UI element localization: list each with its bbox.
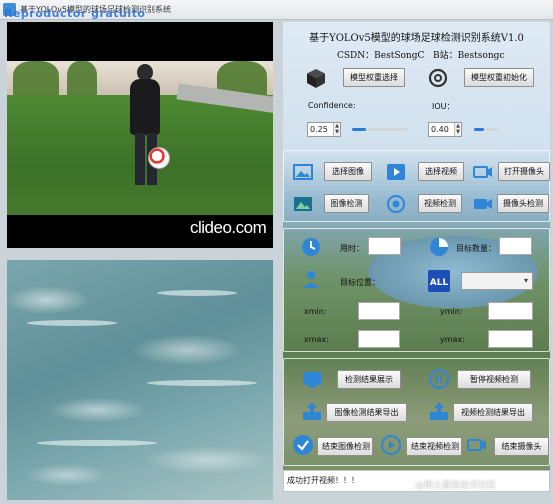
gear-icon [428,68,448,88]
select-image-button[interactable]: 选择图像 [324,162,372,181]
confidence-label: Confidence: [308,101,356,110]
video-frame [7,61,273,215]
ymax-output [488,330,533,348]
svg-text:ALL: ALL [430,278,449,288]
check-circle-icon [293,435,313,455]
camera-detect-icon [474,199,492,209]
target-location-icon [303,271,319,288]
xmin-output [358,302,400,320]
select-video-button[interactable]: 选择视频 [418,162,464,181]
confidence-spinbox[interactable]: 0.25 ▲ ▼ [307,122,341,137]
stop-camera-icon [467,439,486,451]
target-count-output [499,237,532,255]
video-detect-button[interactable]: 视频检测 [418,194,462,213]
xmin-label: xmin: [304,307,327,316]
chevron-down-icon: ▾ [523,276,528,285]
all-icon: ALL [428,270,450,292]
ymin-label: ymin: [440,307,463,316]
export-image-results-button[interactable]: 图像检测结果导出 [326,403,407,422]
show-results-button[interactable]: 检测结果展示 [337,370,401,389]
bilibili-label: B站：Bestsongc [433,51,505,61]
display-results-icon [303,372,321,388]
end-camera-button[interactable]: 结束摄像头 [494,437,549,456]
init-weights-button[interactable]: 模型权重初始化 [464,68,534,87]
camera-detect-button[interactable]: 摄像头检测 [497,194,549,213]
target-count-label: 目标数量： [456,244,496,253]
video-detect-icon [387,195,405,213]
result-display [7,260,273,500]
confidence-slider-fill [352,128,366,131]
xmax-label: xmax: [304,335,329,344]
iou-spinbox[interactable]: 0.40 ▲ ▼ [428,122,462,137]
iou-slider[interactable] [474,128,498,131]
image-detect-icon [294,197,312,211]
iou-label: IOU： [432,102,455,111]
image-detect-button[interactable]: 图像检测 [324,194,369,213]
end-video-detect-button[interactable]: 结束视频检测 [406,437,462,456]
confidence-value: 0.25 [310,125,328,134]
player-watermark: Reproductor gratuito [4,7,146,20]
target-position-label: 目标位置： [340,278,380,287]
iou-slider-fill [474,128,484,131]
page-title: 基于YOLOv5模型的球场足球检测识别系统V1.0 [309,33,524,44]
iou-value: 0.40 [431,125,449,134]
video-icon [387,164,405,180]
xmax-output [358,330,400,348]
football [148,147,170,169]
corner-watermark: @稀土掘金技术社区 [415,481,497,491]
video-logo: clideo.com [190,218,267,237]
cube-icon [307,69,325,88]
export-video-icon [430,402,448,420]
clock-icon [302,238,320,256]
pie-chart-icon [430,238,448,256]
video-display: clideo.com [7,22,273,248]
time-label: 用时： [340,244,364,253]
ymax-label: ymax: [440,335,465,344]
stop-video-icon [381,435,401,455]
image-icon [293,164,313,180]
open-camera-button[interactable]: 打开摄像头 [498,162,550,181]
select-weights-button[interactable]: 模型权重选择 [343,68,405,87]
pause-icon [429,369,449,389]
export-image-icon [303,402,321,420]
pause-video-button[interactable]: 暂停视频检测 [457,370,531,389]
spin-arrows-icon[interactable]: ▲ ▼ [454,123,461,136]
export-video-results-button[interactable]: 视频检测结果导出 [453,403,533,422]
csdn-label: CSDN：BestSongC [337,51,425,61]
camera-icon [473,166,492,178]
confidence-slider[interactable] [352,128,407,131]
end-image-detect-button[interactable]: 结束图像检测 [317,437,373,456]
time-output [368,237,401,255]
spin-arrows-icon[interactable]: ▲ ▼ [333,123,340,136]
status-message: 成功打开视频！！！ [287,476,359,485]
ymin-output [488,302,533,320]
class-select-dropdown[interactable]: ▾ [461,272,533,290]
player-body [130,79,160,135]
